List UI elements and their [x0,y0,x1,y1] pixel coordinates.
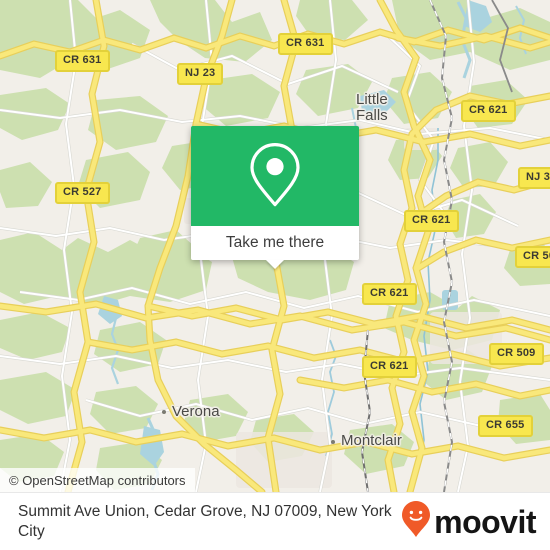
place-label: Little Falls [356,91,388,124]
road-shield: CR 621 [362,283,417,305]
map-attribution[interactable]: © OpenStreetMap contributors [0,468,195,492]
map-canvas[interactable]: CR 631 CR 631 NJ 23 CR 621 NJ 3 CR 527 CR 621 C… [0,0,550,492]
take-me-there-label: Take me there [225,234,325,251]
road-shield: CR 631 [55,50,110,72]
destination-popup[interactable]: Take me there [191,126,359,269]
popup-pointer [266,260,284,269]
attribution-text: © OpenStreetMap contributors [9,472,186,488]
take-me-there-button[interactable]: Take me there [191,226,359,269]
place-dot [162,410,166,414]
road-shield: CR 527 [55,182,110,204]
map-pin-icon [247,141,303,209]
road-shield: CR 631 [278,33,333,55]
moovit-pin-smiley-icon [401,500,431,543]
moovit-map-screenshot: CR 631 CR 631 NJ 23 CR 621 NJ 3 CR 527 CR 621 C… [0,0,550,550]
place-label: Verona [172,403,220,420]
road-shield: NJ 23 [177,63,224,85]
road-shield: NJ 3 [518,167,550,189]
moovit-brand[interactable]: moovit [401,500,550,543]
place-dot [331,440,335,444]
moovit-wordmark: moovit [434,503,536,540]
road-shield: CR 621 [404,210,459,232]
road-shield: CR 509 [515,246,550,268]
road-shield: CR 655 [478,415,533,437]
place-label: Montclair [341,432,402,449]
popup-header [191,126,359,226]
road-shield: CR 509 [489,343,544,365]
address-text: Summit Ave Union, Cedar Grove, NJ 07009,… [18,502,392,540]
road-shield: CR 621 [461,100,516,122]
bottom-info-bar: Summit Ave Union, Cedar Grove, NJ 07009,… [0,492,550,550]
road-shield: CR 621 [362,356,417,378]
